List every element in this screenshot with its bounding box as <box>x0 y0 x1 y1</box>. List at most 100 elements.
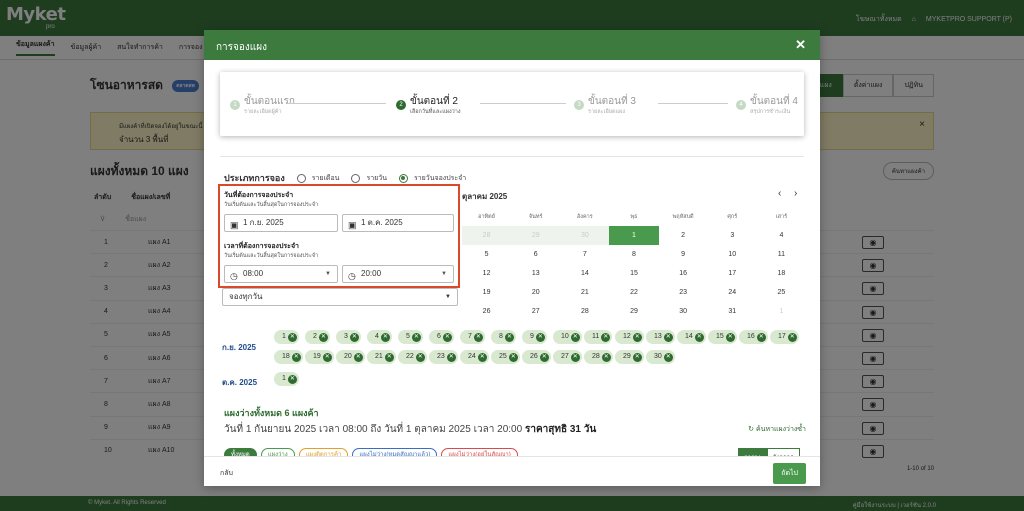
selected-date-chip[interactable]: 26 ✕ <box>522 350 551 364</box>
remove-date-icon[interactable]: ✕ <box>415 352 425 362</box>
calendar-day[interactable]: 19 <box>462 283 511 302</box>
selected-date-chip[interactable]: 11 ✕ <box>584 330 613 344</box>
calendar-day[interactable]: 9 <box>659 245 708 264</box>
calendar-day[interactable]: 14 <box>560 264 609 283</box>
selected-date-chip[interactable]: 16 ✕ <box>739 330 768 344</box>
calendar-day[interactable]: 31 <box>708 302 757 321</box>
remove-date-icon[interactable]: ✕ <box>322 352 332 362</box>
repeat-select[interactable]: จองทุกวัน ▼ <box>222 288 458 306</box>
calendar-day[interactable]: 8 <box>609 245 658 264</box>
selected-date-chip[interactable]: 14 ✕ <box>677 330 706 344</box>
remove-date-icon[interactable]: ✕ <box>318 332 328 342</box>
selected-date-chip[interactable]: 24 ✕ <box>460 350 489 364</box>
selected-date-chip[interactable]: 1 ✕ <box>274 372 299 386</box>
calendar-day[interactable]: 30 <box>659 302 708 321</box>
calendar-day[interactable]: 27 <box>511 302 560 321</box>
selected-date-chip[interactable]: 30 ✕ <box>646 350 675 364</box>
calendar-day[interactable]: 30 <box>560 226 610 245</box>
calendar-day[interactable]: 11 <box>757 245 806 264</box>
radio-recurring-daily-label[interactable]: รายวันจองประจำ <box>414 173 466 184</box>
calendar-day[interactable]: 25 <box>757 283 806 302</box>
selected-date-chip[interactable]: 27 ✕ <box>553 350 582 364</box>
calendar-day[interactable]: 1 <box>609 226 659 245</box>
selected-date-chip[interactable]: 6 ✕ <box>429 330 454 344</box>
remove-date-icon[interactable]: ✕ <box>349 332 359 342</box>
calendar-day[interactable]: 21 <box>560 283 609 302</box>
selected-date-chip[interactable]: 5 ✕ <box>398 330 423 344</box>
remove-date-icon[interactable]: ✕ <box>380 332 390 342</box>
calendar-day[interactable]: 22 <box>609 283 658 302</box>
close-icon[interactable]: ✕ <box>795 37 806 53</box>
selected-date-chip[interactable]: 3 ✕ <box>336 330 361 344</box>
calendar-day[interactable]: 13 <box>511 264 560 283</box>
radio-recurring-daily[interactable] <box>398 173 408 183</box>
selected-date-chip[interactable]: 21 ✕ <box>367 350 396 364</box>
remove-date-icon[interactable]: ✕ <box>725 332 735 342</box>
radio-monthly[interactable] <box>296 173 306 183</box>
selected-date-chip[interactable]: 13 ✕ <box>646 330 675 344</box>
selected-date-chip[interactable]: 22 ✕ <box>398 350 427 364</box>
remove-date-icon[interactable]: ✕ <box>601 332 611 342</box>
remove-date-icon[interactable]: ✕ <box>446 352 456 362</box>
calendar-day[interactable]: 3 <box>708 226 757 245</box>
selected-date-chip[interactable]: 9 ✕ <box>522 330 547 344</box>
end-time-select[interactable]: ◷ 20:00 ▼ <box>342 265 454 283</box>
remove-date-icon[interactable]: ✕ <box>508 352 518 362</box>
remove-date-icon[interactable]: ✕ <box>384 352 394 362</box>
calendar-day[interactable]: 12 <box>462 264 511 283</box>
remove-date-icon[interactable]: ✕ <box>632 352 642 362</box>
start-date-field[interactable]: ▣ 1 ก.ย. 2025 <box>224 214 338 232</box>
remove-date-icon[interactable]: ✕ <box>291 352 301 362</box>
radio-daily-label[interactable]: รายวัน <box>366 173 387 184</box>
calendar-day[interactable]: 24 <box>708 283 757 302</box>
calendar-day[interactable]: 28 <box>462 226 512 245</box>
selected-date-chip[interactable]: 15 ✕ <box>708 330 737 344</box>
calendar-day[interactable]: 28 <box>560 302 609 321</box>
remove-date-icon[interactable]: ✕ <box>287 332 297 342</box>
remove-date-icon[interactable]: ✕ <box>570 332 580 342</box>
calendar-day[interactable]: 4 <box>757 226 806 245</box>
selected-date-chip[interactable]: 20 ✕ <box>336 350 365 364</box>
remove-date-icon[interactable]: ✕ <box>787 332 797 342</box>
calendar-day[interactable]: 20 <box>511 283 560 302</box>
calendar-day[interactable]: 26 <box>462 302 511 321</box>
remove-date-icon[interactable]: ✕ <box>632 332 642 342</box>
selected-date-chip[interactable]: 28 ✕ <box>584 350 613 364</box>
calendar-day[interactable]: 29 <box>511 226 561 245</box>
selected-date-chip[interactable]: 8 ✕ <box>491 330 516 344</box>
calendar-next-icon[interactable]: › <box>794 188 797 199</box>
selected-date-chip[interactable]: 10 ✕ <box>553 330 582 344</box>
calendar-day[interactable]: 6 <box>511 245 560 264</box>
next-button[interactable]: ถัดไป <box>773 463 806 484</box>
calendar-day[interactable]: 17 <box>708 264 757 283</box>
remove-date-icon[interactable]: ✕ <box>756 332 766 342</box>
remove-date-icon[interactable]: ✕ <box>694 332 704 342</box>
selected-date-chip[interactable]: 19 ✕ <box>305 350 334 364</box>
selected-date-chip[interactable]: 17 ✕ <box>770 330 799 344</box>
selected-date-chip[interactable]: 4 ✕ <box>367 330 392 344</box>
calendar-day[interactable]: 5 <box>462 245 511 264</box>
calendar-prev-icon[interactable]: ‹ <box>778 188 781 199</box>
calendar-day[interactable]: 18 <box>757 264 806 283</box>
remove-date-icon[interactable]: ✕ <box>601 352 611 362</box>
remove-date-icon[interactable]: ✕ <box>570 352 580 362</box>
selected-date-chip[interactable]: 18 ✕ <box>274 350 303 364</box>
calendar-day[interactable]: 15 <box>609 264 658 283</box>
calendar-day[interactable]: 10 <box>708 245 757 264</box>
calendar-day[interactable]: 7 <box>560 245 609 264</box>
radio-daily[interactable] <box>351 173 361 183</box>
remove-date-icon[interactable]: ✕ <box>411 332 421 342</box>
back-button[interactable]: กลับ <box>220 468 233 479</box>
start-time-select[interactable]: ◷ 08:00 ▼ <box>224 265 338 283</box>
calendar-day[interactable]: 2 <box>659 226 708 245</box>
calendar-day[interactable]: 16 <box>659 264 708 283</box>
remove-date-icon[interactable]: ✕ <box>287 374 297 384</box>
remove-date-icon[interactable]: ✕ <box>663 332 673 342</box>
selected-date-chip[interactable]: 29 ✕ <box>615 350 644 364</box>
selected-date-chip[interactable]: 2 ✕ <box>305 330 330 344</box>
selected-date-chip[interactable]: 7 ✕ <box>460 330 485 344</box>
selected-date-chip[interactable]: 23 ✕ <box>429 350 458 364</box>
remove-date-icon[interactable]: ✕ <box>353 352 363 362</box>
calendar-day[interactable]: 29 <box>609 302 658 321</box>
refresh-search-button[interactable]: ↻ ค้นหาแผงว่างซ้ำ <box>748 424 806 435</box>
